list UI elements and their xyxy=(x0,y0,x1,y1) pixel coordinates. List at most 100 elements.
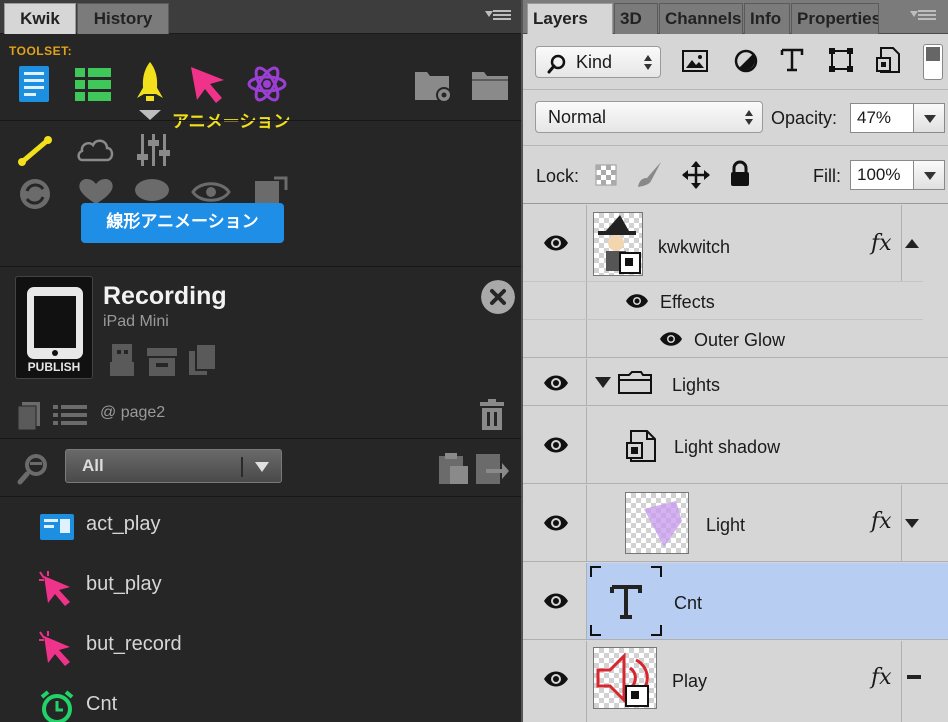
tab-history[interactable]: History xyxy=(77,3,169,34)
eye-icon[interactable] xyxy=(659,330,683,348)
eye-icon[interactable] xyxy=(543,233,569,253)
effect-name: Outer Glow xyxy=(694,330,786,350)
chevron-down-icon xyxy=(745,119,753,125)
kind-filter-value: Kind xyxy=(576,52,613,72)
kind-filter-dropdown[interactable]: Kind xyxy=(535,46,661,78)
list-item[interactable]: but_play xyxy=(0,559,521,617)
trash-icon[interactable] xyxy=(478,398,506,432)
list-item-label: but_play xyxy=(86,573,162,595)
archive-icon[interactable] xyxy=(145,344,179,378)
divider xyxy=(0,496,521,497)
paste-icon[interactable] xyxy=(436,452,470,486)
eye-icon[interactable] xyxy=(543,373,569,393)
list-view-icon[interactable] xyxy=(52,404,88,426)
export-icon[interactable] xyxy=(474,452,510,486)
panel-menu-icon[interactable] xyxy=(485,8,511,24)
fx-icon[interactable]: fx xyxy=(871,509,892,534)
atom-icon[interactable] xyxy=(246,64,288,104)
tab-properties[interactable]: Properties xyxy=(791,3,879,34)
copy-pages-icon[interactable] xyxy=(184,342,218,380)
chevron-down-icon xyxy=(255,462,269,472)
adjustment-filter-icon[interactable] xyxy=(733,48,759,74)
eye-icon[interactable] xyxy=(625,292,649,310)
lock-label: Lock: xyxy=(536,166,580,186)
lock-all-icon[interactable] xyxy=(728,160,752,188)
type-filter-icon[interactable] xyxy=(779,46,805,74)
kwik-panel: Kwik History TOOLSET: アニメーション 線形アニメーション … xyxy=(0,0,521,722)
smart-object-filter-icon[interactable] xyxy=(875,46,901,74)
layer-name[interactable]: Lights xyxy=(672,375,720,396)
type-filter-dropdown[interactable]: All xyxy=(65,449,282,483)
opacity-input[interactable]: 47% xyxy=(850,103,914,133)
disk-icon[interactable] xyxy=(132,176,172,206)
list-icon[interactable] xyxy=(73,66,113,102)
fill-input[interactable]: 100% xyxy=(850,160,914,190)
collapse-effects-icon[interactable] xyxy=(905,239,919,248)
pointer-icon[interactable] xyxy=(188,64,230,106)
layer-row[interactable]: Play fx xyxy=(523,641,948,722)
layer-name[interactable]: Cnt xyxy=(674,593,702,614)
divider xyxy=(0,120,521,121)
text-layer-icon xyxy=(590,566,662,636)
expand-effects-icon[interactable] xyxy=(905,519,919,528)
folder-icon[interactable] xyxy=(470,66,512,102)
list-item[interactable]: act_play xyxy=(0,499,521,557)
image-filter-icon[interactable] xyxy=(681,48,709,74)
list-item-label: but_record xyxy=(86,633,182,655)
eye-icon[interactable] xyxy=(543,669,569,689)
effects-row[interactable]: Effects xyxy=(523,281,923,319)
robot-icon[interactable] xyxy=(108,342,138,380)
folder-settings-icon[interactable] xyxy=(413,66,457,104)
eye-icon[interactable] xyxy=(543,591,569,611)
filter-toggle[interactable] xyxy=(923,44,943,80)
tab-kwik[interactable]: Kwik xyxy=(4,3,76,34)
blend-mode-dropdown[interactable]: Normal xyxy=(535,101,763,133)
layer-group-row[interactable]: Lights xyxy=(523,359,948,406)
fill-dropdown-button[interactable] xyxy=(913,160,945,190)
rotate-icon[interactable] xyxy=(16,176,56,212)
tab-channels[interactable]: Channels xyxy=(659,3,743,34)
list-item[interactable]: Cnt xyxy=(0,679,521,722)
linear-path-icon[interactable] xyxy=(16,132,56,168)
opacity-dropdown-button[interactable] xyxy=(913,103,945,133)
heart-icon[interactable] xyxy=(76,176,116,206)
expand-group-icon[interactable] xyxy=(595,377,611,388)
list-item[interactable]: but_record xyxy=(0,619,521,677)
layer-name[interactable]: Play xyxy=(672,671,707,692)
visibility-icon[interactable] xyxy=(190,178,232,206)
layer-name[interactable]: Light shadow xyxy=(674,437,780,458)
layer-name[interactable]: Light xyxy=(706,515,745,536)
effect-row[interactable]: Outer Glow xyxy=(523,319,923,357)
scroll-indicator xyxy=(907,675,921,679)
lock-pixels-icon[interactable] xyxy=(633,160,665,190)
shape-filter-icon[interactable] xyxy=(827,46,855,74)
cloud-path-icon[interactable] xyxy=(76,134,116,168)
search-icon[interactable] xyxy=(17,451,53,485)
layer-row[interactable]: Light fx xyxy=(523,485,948,562)
tab-info[interactable]: Info xyxy=(744,3,790,34)
eye-icon[interactable] xyxy=(543,435,569,455)
page-doc-icon[interactable] xyxy=(15,64,53,104)
publish-button[interactable]: PUBLISH xyxy=(15,276,93,379)
lock-transparency-icon[interactable] xyxy=(595,164,617,186)
chevron-up-icon xyxy=(644,55,652,61)
sliders-icon[interactable] xyxy=(134,130,172,170)
layer-row-selected[interactable]: Cnt xyxy=(523,563,948,640)
rocket-icon[interactable] xyxy=(133,60,167,128)
layer-name[interactable]: kwkwitch xyxy=(658,237,730,258)
pages-icon[interactable] xyxy=(16,400,44,430)
fx-icon[interactable]: fx xyxy=(871,665,892,690)
tab-3d[interactable]: 3D xyxy=(614,3,658,34)
layer-row[interactable]: Light shadow xyxy=(523,407,948,484)
witch-thumbnail-icon xyxy=(598,215,641,274)
filter-value: All xyxy=(82,456,104,475)
panel-menu-icon[interactable] xyxy=(910,8,936,24)
close-button[interactable] xyxy=(481,280,515,314)
external-link-icon[interactable] xyxy=(252,174,292,206)
layer-row[interactable]: kwkwitch fx Effects Outer Glow xyxy=(523,205,948,358)
eye-icon[interactable] xyxy=(543,513,569,533)
lock-position-icon[interactable] xyxy=(681,160,711,190)
effects-label: Effects xyxy=(660,292,715,312)
fx-icon[interactable]: fx xyxy=(871,231,892,256)
tab-layers[interactable]: Layers xyxy=(527,3,613,34)
